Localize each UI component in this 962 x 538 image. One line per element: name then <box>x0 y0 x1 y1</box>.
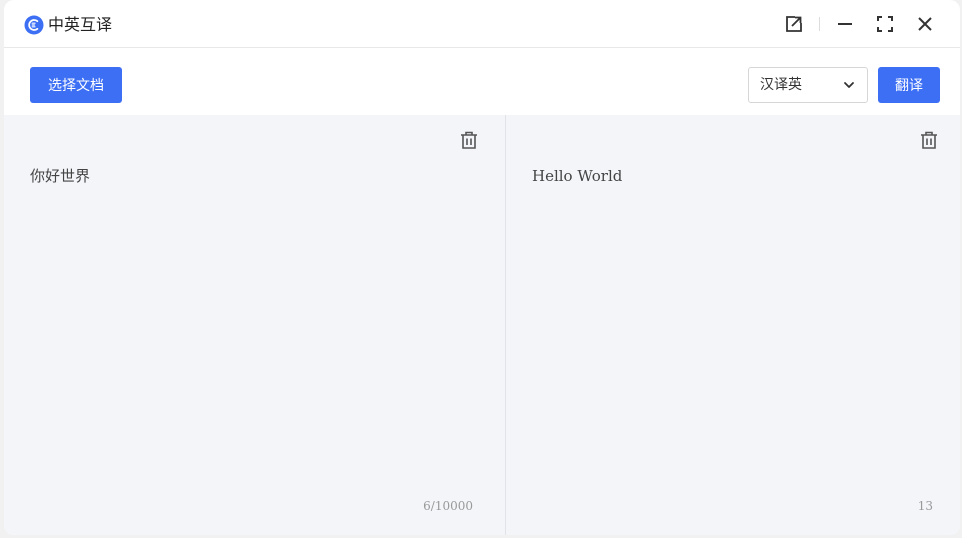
title-bar-divider <box>819 17 820 31</box>
target-panel[interactable]: Hello World 13 <box>506 115 960 535</box>
app-window: 中英互译 选择文档 汉译英 翻译 你好世界 6/10000 Hello Worl… <box>4 0 960 535</box>
title-bar: 中英互译 <box>4 0 960 48</box>
chevron-down-icon <box>843 79 855 91</box>
source-panel[interactable]: 你好世界 6/10000 <box>4 115 506 535</box>
direction-select-value: 汉译英 <box>760 77 802 93</box>
translation-panels: 你好世界 6/10000 Hello World 13 <box>4 115 960 535</box>
target-text[interactable]: Hello World <box>532 166 622 186</box>
external-link-icon[interactable] <box>782 12 806 36</box>
close-icon[interactable] <box>913 12 937 36</box>
toolbar: 选择文档 汉译英 翻译 <box>4 49 960 115</box>
maximize-icon[interactable] <box>873 12 897 36</box>
minimize-icon[interactable] <box>833 12 857 36</box>
translation-direction-select[interactable]: 汉译英 <box>748 67 868 103</box>
translate-button[interactable]: 翻译 <box>878 67 940 103</box>
trash-icon[interactable] <box>459 130 479 150</box>
source-text[interactable]: 你好世界 <box>30 166 90 186</box>
app-title: 中英互译 <box>48 15 113 34</box>
target-char-counter: 13 <box>917 499 933 513</box>
select-document-button[interactable]: 选择文档 <box>30 67 122 103</box>
trash-icon[interactable] <box>919 130 939 150</box>
translate-logo-icon <box>24 15 44 35</box>
source-char-counter: 6/10000 <box>423 499 473 513</box>
